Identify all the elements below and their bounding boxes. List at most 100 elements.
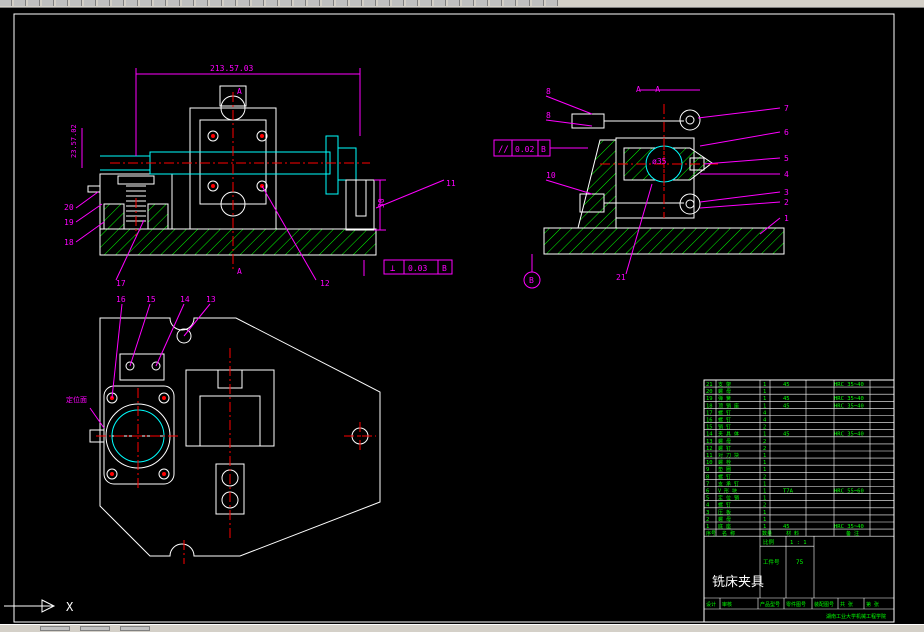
toolbar-button[interactable]	[154, 0, 166, 6]
callout-3: 3	[784, 188, 789, 197]
bom-row-name: 垫 圈	[718, 466, 731, 473]
toolbar-button[interactable]	[280, 0, 292, 6]
callout-13: 13	[206, 295, 216, 304]
bom-row-no: 16	[706, 418, 713, 424]
bom-row-material: 45	[783, 382, 790, 388]
side-diameter: ø35	[652, 157, 667, 166]
toolbar-button[interactable]	[14, 0, 26, 6]
toolbar-button[interactable]	[238, 0, 250, 6]
toolbar-button[interactable]	[252, 0, 264, 6]
toolbar-button[interactable]	[322, 0, 334, 6]
toolbar-button[interactable]	[140, 0, 152, 6]
bom-row-qty: 1	[763, 524, 766, 530]
toolbar-button[interactable]	[476, 0, 488, 6]
toolbar-button[interactable]	[434, 0, 446, 6]
toolbar-button[interactable]	[84, 0, 96, 6]
toolbar-button[interactable]	[308, 0, 320, 6]
toolbar-button[interactable]	[266, 0, 278, 6]
toolbar-button[interactable]	[504, 0, 516, 6]
bom-row-name: 销 钉	[718, 424, 731, 431]
side-support	[577, 139, 617, 229]
drawing-canvas[interactable]: 213.57.03 30 23.57.02 A A ⊥ 0.03 B 20 19…	[0, 8, 924, 624]
toolbar-button[interactable]	[70, 0, 82, 6]
callout-18: 18	[64, 238, 74, 247]
callout-8a: 8	[546, 87, 551, 96]
toolbar-button[interactable]	[112, 0, 124, 6]
bom-row-name: 螺 钉	[718, 473, 731, 480]
side-base	[543, 227, 785, 255]
bom-header-cell: 数量	[762, 530, 772, 537]
bom-row-no: 12	[706, 446, 713, 452]
bom-row-no: 7	[706, 481, 709, 487]
toolbar-button[interactable]	[42, 0, 54, 6]
front-dim-width: 213.57.03	[210, 64, 254, 73]
tool-setting-block	[345, 179, 375, 231]
callout-10: 10	[546, 171, 556, 180]
toolbar-button[interactable]	[336, 0, 348, 6]
callout-1: 1	[784, 214, 789, 223]
bom-row-qty: 2	[763, 439, 766, 445]
bom-row-name: 螺 母	[718, 438, 731, 445]
status-button[interactable]	[120, 626, 150, 631]
bom-row-material: 45	[783, 396, 790, 402]
bom-row-no: 19	[706, 396, 713, 402]
callout-17: 17	[116, 279, 126, 288]
bom-row-no: 6	[706, 489, 709, 495]
side-tol-value: 0.02	[515, 145, 534, 154]
toolbar-button[interactable]	[56, 0, 68, 6]
toolbar-button[interactable]	[224, 0, 236, 6]
bom-header-cell: 序号	[706, 530, 716, 537]
bom-row-note: HRC 55~60	[834, 489, 864, 495]
status-button[interactable]	[80, 626, 110, 631]
toolbar-button[interactable]	[182, 0, 194, 6]
titleblock-footer-cell: 装配图号	[814, 601, 834, 608]
toolbar-button[interactable]	[196, 0, 208, 6]
bom-row-qty: 2	[763, 474, 766, 480]
titleblock-footer-cell: 零件图号	[786, 601, 806, 608]
toolbar-button[interactable]	[378, 0, 390, 6]
toolbar-button[interactable]	[364, 0, 376, 6]
bom-row-no: 5	[706, 496, 709, 502]
bom-row-no: 14	[706, 432, 713, 438]
toolbar-button[interactable]	[392, 0, 404, 6]
callout-6: 6	[784, 128, 789, 137]
callout-4: 4	[784, 170, 789, 179]
toolbar-button[interactable]	[546, 0, 558, 6]
bom-row-name: 螺 钉	[718, 417, 731, 424]
toolbar-button[interactable]	[532, 0, 544, 6]
bom-row-no: 13	[706, 439, 713, 445]
callout-8b: 8	[546, 111, 551, 120]
bom-row-qty: 1	[763, 382, 766, 388]
status-button[interactable]	[40, 626, 70, 631]
toolbar-button[interactable]	[210, 0, 222, 6]
bom-row-name: 螺 栓	[718, 459, 731, 466]
toolbar-button[interactable]	[462, 0, 474, 6]
callout-21: 21	[616, 273, 626, 282]
bom-row-material: 45	[783, 403, 790, 409]
toolbar-button[interactable]	[448, 0, 460, 6]
bom-row-name: 弹 簧	[718, 395, 731, 402]
side-tol-symbol: //	[498, 145, 509, 155]
sheet-value: 75	[796, 559, 804, 566]
side-datum-b: B	[529, 276, 534, 285]
toolbar-button[interactable]	[406, 0, 418, 6]
bom-row-qty: 1	[763, 517, 766, 523]
bom-row-name: 夹 具 体	[718, 431, 739, 438]
front-tol-datum: B	[442, 264, 447, 273]
toolbar-button[interactable]	[294, 0, 306, 6]
toolbar-button[interactable]	[518, 0, 530, 6]
bom-row-no: 10	[706, 460, 713, 466]
toolbar-button[interactable]	[420, 0, 432, 6]
callout-5: 5	[784, 154, 789, 163]
toolbar-button[interactable]	[28, 0, 40, 6]
toolbar-button[interactable]	[350, 0, 362, 6]
bom-row-name: 顶 销 座	[718, 402, 739, 409]
bom-row-no: 3	[706, 510, 709, 516]
toolbar-button[interactable]	[490, 0, 502, 6]
toolbar-button[interactable]	[0, 0, 12, 6]
bom-row-qty: 1	[763, 481, 766, 487]
toolbar-button[interactable]	[126, 0, 138, 6]
toolbar-button[interactable]	[168, 0, 180, 6]
cad-toolbar	[0, 0, 924, 8]
toolbar-button[interactable]	[98, 0, 110, 6]
